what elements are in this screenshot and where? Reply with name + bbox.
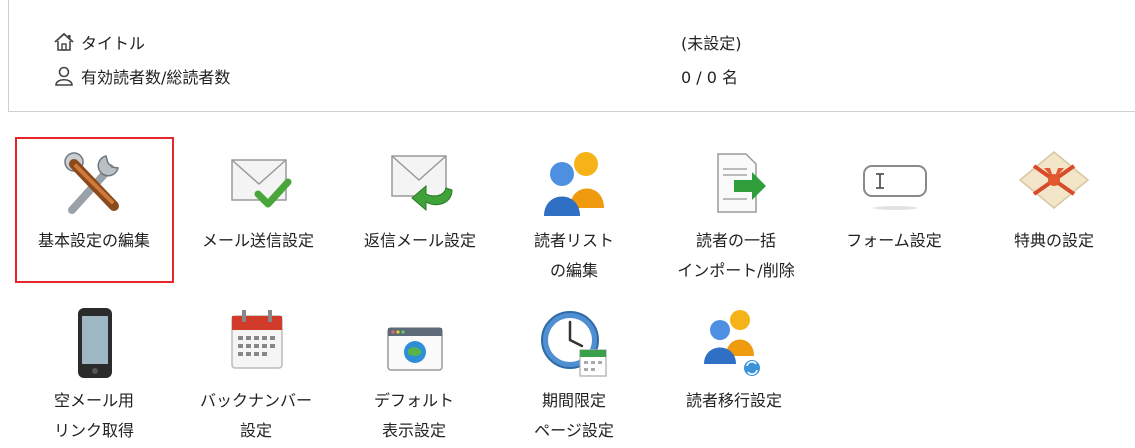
clock-calendar-icon bbox=[541, 311, 607, 377]
readers-value: 0 / 0 名 bbox=[681, 68, 739, 87]
tile-label: 基本設定の編集 bbox=[37, 231, 150, 250]
title-row: タイトル bbox=[53, 30, 145, 54]
tile-label: 特典の設定 bbox=[1013, 231, 1094, 250]
tile-backnumber-settings[interactable]: バックナンバー 設定 bbox=[176, 306, 336, 446]
tile-basic-settings[interactable]: 基本設定の編集 bbox=[14, 146, 174, 256]
tile-bonus-settings[interactable]: 特典の設定 bbox=[974, 146, 1134, 256]
import-icon bbox=[717, 153, 766, 213]
tile-label: 読者リスト の編集 bbox=[533, 231, 614, 280]
users-transfer-icon bbox=[704, 310, 760, 376]
tile-mail-send-settings[interactable]: メール送信設定 bbox=[178, 146, 338, 256]
tile-reply-mail-settings[interactable]: 返信メール設定 bbox=[340, 146, 500, 256]
title-label: タイトル bbox=[81, 34, 146, 53]
tile-reader-list[interactable]: 読者リスト の編集 bbox=[494, 146, 654, 286]
tile-label: デフォルト 表示設定 bbox=[373, 391, 454, 440]
tile-limited-page[interactable]: 期間限定 ページ設定 bbox=[494, 306, 654, 446]
readers-row: 有効読者数/総読者数 bbox=[53, 64, 230, 88]
gift-icon bbox=[1018, 151, 1090, 209]
tile-form-settings[interactable]: フォーム設定 bbox=[814, 146, 974, 256]
tile-default-display[interactable]: デフォルト 表示設定 bbox=[334, 306, 494, 446]
readers-label: 有効読者数/総読者数 bbox=[81, 68, 231, 87]
mail-reply-icon bbox=[391, 155, 453, 212]
tile-label: フォーム設定 bbox=[846, 231, 942, 250]
tile-label: メール送信設定 bbox=[201, 231, 314, 250]
tile-label: 読者移行設定 bbox=[685, 391, 782, 410]
calendar-icon bbox=[231, 310, 283, 369]
info-panel: タイトル 有効読者数/総読者数 (未設定) 0 / 0 名 bbox=[8, 0, 1135, 112]
tile-label: 空メール用 リンク取得 bbox=[53, 391, 134, 440]
tile-label: 期間限定 ページ設定 bbox=[534, 391, 614, 440]
title-value: (未設定) bbox=[681, 34, 742, 53]
tile-reader-transfer[interactable]: 読者移行設定 bbox=[654, 306, 814, 416]
home-icon bbox=[54, 32, 74, 51]
tile-label: 読者の一括 インポート/削除 bbox=[677, 231, 795, 280]
user-icon bbox=[55, 66, 73, 86]
tile-empty-mail-link[interactable]: 空メール用 リンク取得 bbox=[14, 306, 174, 446]
users-icon bbox=[544, 152, 604, 216]
tile-label: 返信メール設定 bbox=[363, 231, 476, 250]
browser-icon bbox=[387, 327, 443, 371]
tools-icon bbox=[64, 152, 119, 214]
tile-label: バックナンバー 設定 bbox=[199, 391, 312, 440]
tile-reader-bulk-import[interactable]: 読者の一括 インポート/削除 bbox=[656, 146, 816, 286]
form-icon bbox=[863, 165, 927, 210]
mail-check-icon bbox=[231, 159, 292, 208]
phone-icon bbox=[78, 308, 112, 378]
